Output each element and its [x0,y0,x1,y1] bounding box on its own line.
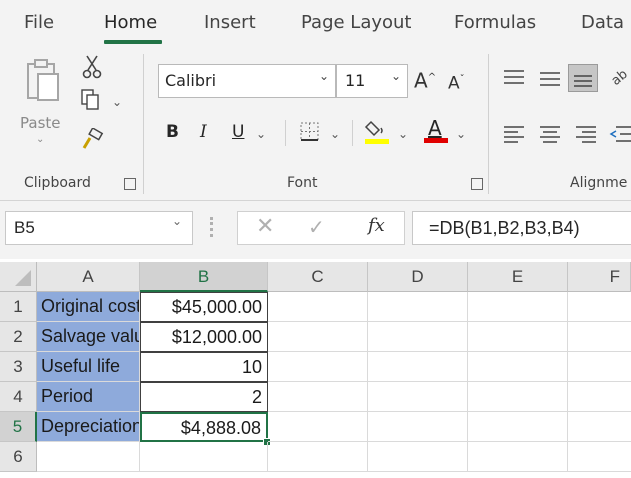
cell-b6[interactable] [140,442,268,472]
bottom-align-icon [574,75,592,87]
ribbon: Paste ⌄ ⌄ Clipboard Calibri ⌄ 11 ⌄ A^ Aˇ… [0,48,631,201]
formula-bar-grip-icon [210,217,216,237]
ribbon-tab-bar: File Home Insert Page Layout Formulas Da… [0,0,631,48]
orientation-icon[interactable]: ab [608,66,631,88]
paste-label: Paste [20,114,61,132]
underline-button[interactable]: U [232,122,244,142]
group-separator [285,120,286,146]
chevron-down-icon: ⌄ [390,69,401,83]
clipboard-group-label: Clipboard [24,175,91,191]
font-color-glyph: A [428,116,442,140]
cell-b3[interactable]: 10 [140,352,268,382]
select-all-button[interactable] [0,262,37,292]
column-header-d[interactable]: D [368,262,468,292]
underline-dropdown-chevron-icon[interactable]: ⌄ [256,124,266,144]
name-box-value: B5 [14,218,35,237]
align-center-icon[interactable] [538,124,562,144]
borders-icon[interactable] [298,120,322,144]
font-name-value: Calibri [165,71,217,90]
copy-dropdown-chevron-icon[interactable]: ⌄ [112,92,122,112]
cancel-icon[interactable]: ✕ [256,214,274,239]
formula-input[interactable]: =DB(B1,B2,B3,B4) [412,211,631,245]
cell-a5[interactable]: Depreciation [37,412,140,442]
select-all-triangle-icon [15,270,31,286]
cell-a3[interactable]: Useful life [37,352,140,382]
column-header-b[interactable]: B [140,262,268,292]
decrease-font-size-icon[interactable]: Aˇ [448,70,465,94]
cell-b5-active[interactable]: $4,888.08 [140,412,268,442]
row-header[interactable]: 4 [0,382,37,412]
paste-icon [27,59,59,101]
tab-page-layout[interactable]: Page Layout [301,12,412,33]
column-header-f[interactable]: F [568,262,631,292]
column-header-c[interactable]: C [268,262,368,292]
copy-icon[interactable] [80,88,102,112]
font-size-combo[interactable]: 11 ⌄ [336,64,408,98]
row-header[interactable]: 3 [0,352,37,382]
font-color-button[interactable]: A [422,114,450,146]
group-separator [352,120,353,146]
tab-insert[interactable]: Insert [204,12,256,33]
row-header-active[interactable]: 5 [0,412,37,442]
alignment-group-label: Alignme [570,175,628,191]
chevron-down-icon: ⌄ [318,69,329,83]
font-name-combo[interactable]: Calibri ⌄ [158,64,336,98]
fill-color-icon[interactable] [364,116,390,146]
cell-a4[interactable]: Period [37,382,140,412]
enter-icon[interactable]: ✓ [308,215,325,239]
middle-align-icon[interactable] [538,68,562,88]
row-header[interactable]: 2 [0,322,37,352]
worksheet-grid: A B C D E F 1 Original cost $45,000.00 2… [0,262,631,478]
decrease-indent-icon[interactable] [608,124,631,144]
empty-cells-area[interactable] [268,292,631,472]
name-box[interactable]: B5 ⌄ [5,211,193,245]
active-tab-indicator [104,40,162,44]
paste-button[interactable]: Paste ⌄ [18,56,68,146]
formula-bar: B5 ⌄ ✕ ✓ fx =DB(B1,B2,B3,B4) [0,201,631,259]
bottom-align-button[interactable] [568,64,598,92]
font-group-label: Font [287,175,318,191]
increase-font-size-icon[interactable]: A^ [414,68,436,91]
cell-a1[interactable]: Original cost [37,292,140,322]
bold-button[interactable]: B [166,122,179,142]
cell-a6[interactable] [37,442,140,472]
font-size-value: 11 [345,71,366,90]
font-dialog-launcher-icon[interactable] [471,178,483,190]
group-separator [488,54,489,194]
borders-dropdown-chevron-icon[interactable]: ⌄ [330,124,340,144]
row-header[interactable]: 1 [0,292,37,322]
font-color-dropdown-chevron-icon[interactable]: ⌄ [456,124,466,144]
font-color-swatch [424,138,448,143]
formula-buttons: ✕ ✓ fx [237,211,405,245]
tab-file[interactable]: File [24,12,54,33]
fill-color-dropdown-chevron-icon[interactable]: ⌄ [398,124,408,144]
tab-data[interactable]: Data [581,12,624,33]
cut-icon[interactable] [82,54,102,80]
group-separator [143,54,144,194]
clipboard-dialog-launcher-icon[interactable] [124,178,136,190]
align-right-icon[interactable] [574,124,598,144]
column-header-a[interactable]: A [37,262,140,292]
cell-b2[interactable]: $12,000.00 [140,322,268,352]
column-header-e[interactable]: E [468,262,568,292]
top-align-icon[interactable] [502,68,526,88]
svg-text:ab: ab [609,67,631,88]
cell-b1[interactable]: $45,000.00 [140,292,268,322]
cell-b4[interactable]: 2 [140,382,268,412]
format-painter-icon[interactable] [80,128,104,152]
cell-a2[interactable]: Salvage value [37,322,140,352]
chevron-down-icon: ⌄ [36,134,45,145]
italic-button[interactable]: I [200,122,207,142]
tab-formulas[interactable]: Formulas [454,12,536,33]
chevron-down-icon: ⌄ [171,214,182,228]
insert-function-icon[interactable]: fx [368,215,385,236]
align-left-icon[interactable] [502,124,526,144]
tab-home[interactable]: Home [104,12,157,33]
row-header[interactable]: 6 [0,442,37,472]
